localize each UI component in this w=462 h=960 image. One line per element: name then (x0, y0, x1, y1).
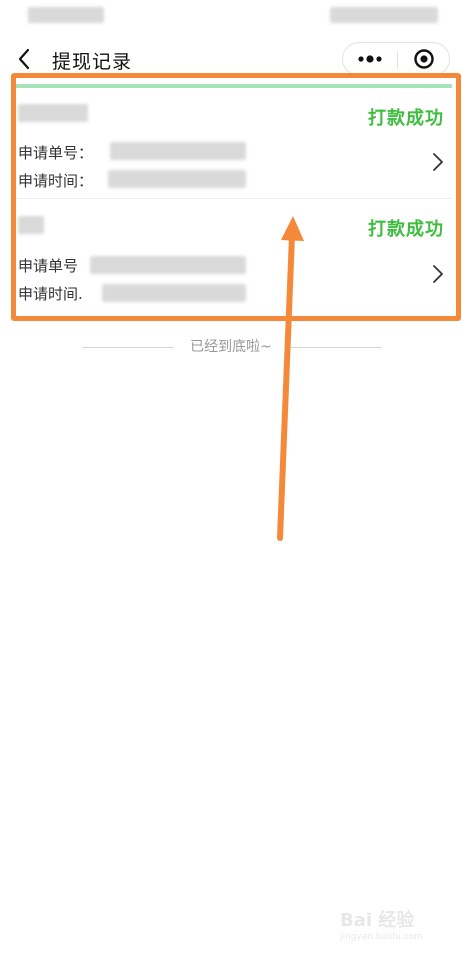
watermark-logo: Bai 经验 (340, 910, 415, 931)
watermark-url: jingyan.baidu.com (340, 932, 424, 942)
annotation-arrow (277, 216, 304, 541)
baidu-watermark: Bai 经验 jingyan.baidu.com (340, 906, 440, 946)
